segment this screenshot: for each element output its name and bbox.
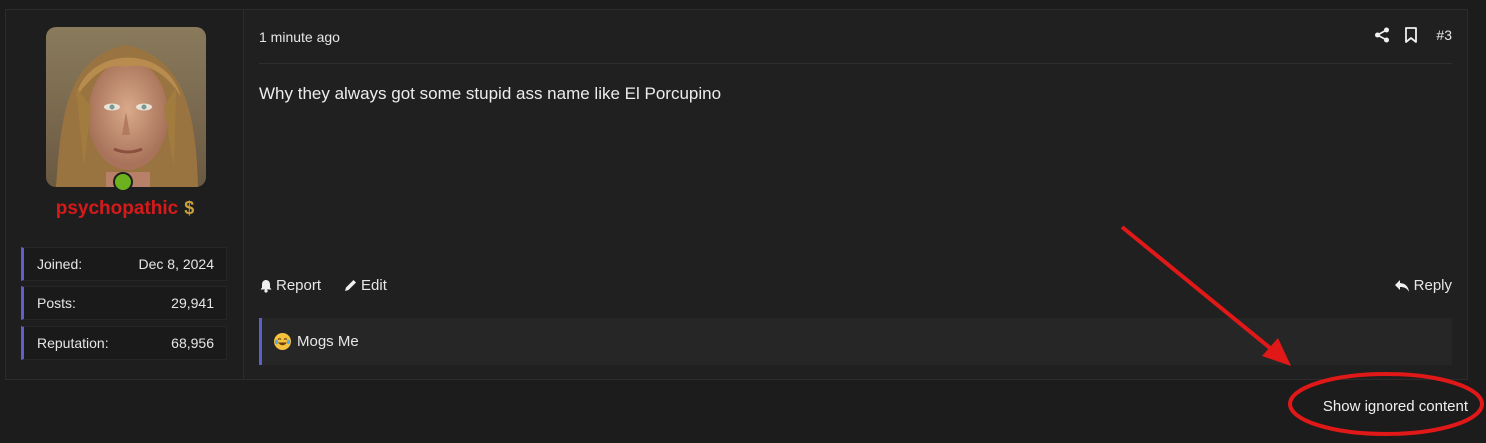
reaction-label[interactable]: Mogs Me (297, 333, 359, 350)
post-timestamp[interactable]: 1 minute ago (259, 29, 340, 45)
username-text[interactable]: psychopathic (56, 198, 178, 219)
avatar-image (46, 27, 206, 187)
bell-icon (260, 279, 272, 293)
stat-joined: Joined: Dec 8, 2024 (21, 247, 227, 281)
stat-value: 29,941 (171, 295, 214, 311)
bookmark-icon[interactable] (1404, 27, 1418, 43)
tears-of-joy-icon (274, 333, 291, 350)
reply-label[interactable]: Reply (1414, 277, 1452, 294)
username[interactable]: psychopathic $ (6, 198, 244, 220)
report-button[interactable]: Report (259, 277, 321, 294)
online-status-indicator (113, 172, 133, 192)
report-label[interactable]: Report (276, 277, 321, 294)
edit-button[interactable]: Edit (343, 277, 387, 294)
user-info-column: psychopathic $ Joined: Dec 8, 2024 Posts:… (6, 10, 244, 379)
avatar[interactable] (46, 27, 206, 187)
post-card: psychopathic $ Joined: Dec 8, 2024 Posts:… (5, 9, 1468, 380)
stat-label: Joined: (37, 256, 83, 272)
post-footer-actions: Report Edit (259, 277, 387, 294)
edit-label[interactable]: Edit (361, 277, 387, 294)
reactions-bar[interactable]: Mogs Me (259, 318, 1452, 365)
post-number-link[interactable]: #3 (1436, 27, 1452, 43)
stat-reputation: Reputation: 68,956 (21, 326, 227, 360)
stat-label: Posts: (37, 295, 76, 311)
stat-value: 68,956 (171, 335, 214, 351)
share-icon[interactable] (1374, 27, 1390, 43)
post-main-column: 1 minute ago #3 Why they always got some… (244, 10, 1467, 379)
stat-value: Dec 8, 2024 (138, 256, 215, 272)
post-message: Why they always got some stupid ass name… (259, 84, 722, 103)
reply-button[interactable]: Reply (1394, 277, 1452, 294)
post-header-actions: #3 (1374, 27, 1452, 43)
pencil-icon (345, 280, 357, 291)
dollar-icon: $ (184, 198, 195, 218)
reply-icon (1394, 279, 1409, 292)
header-divider (259, 63, 1452, 64)
show-ignored-content-link[interactable]: Show ignored content (1323, 398, 1468, 415)
stat-label: Reputation: (37, 335, 109, 351)
stat-posts: Posts: 29,941 (21, 286, 227, 320)
